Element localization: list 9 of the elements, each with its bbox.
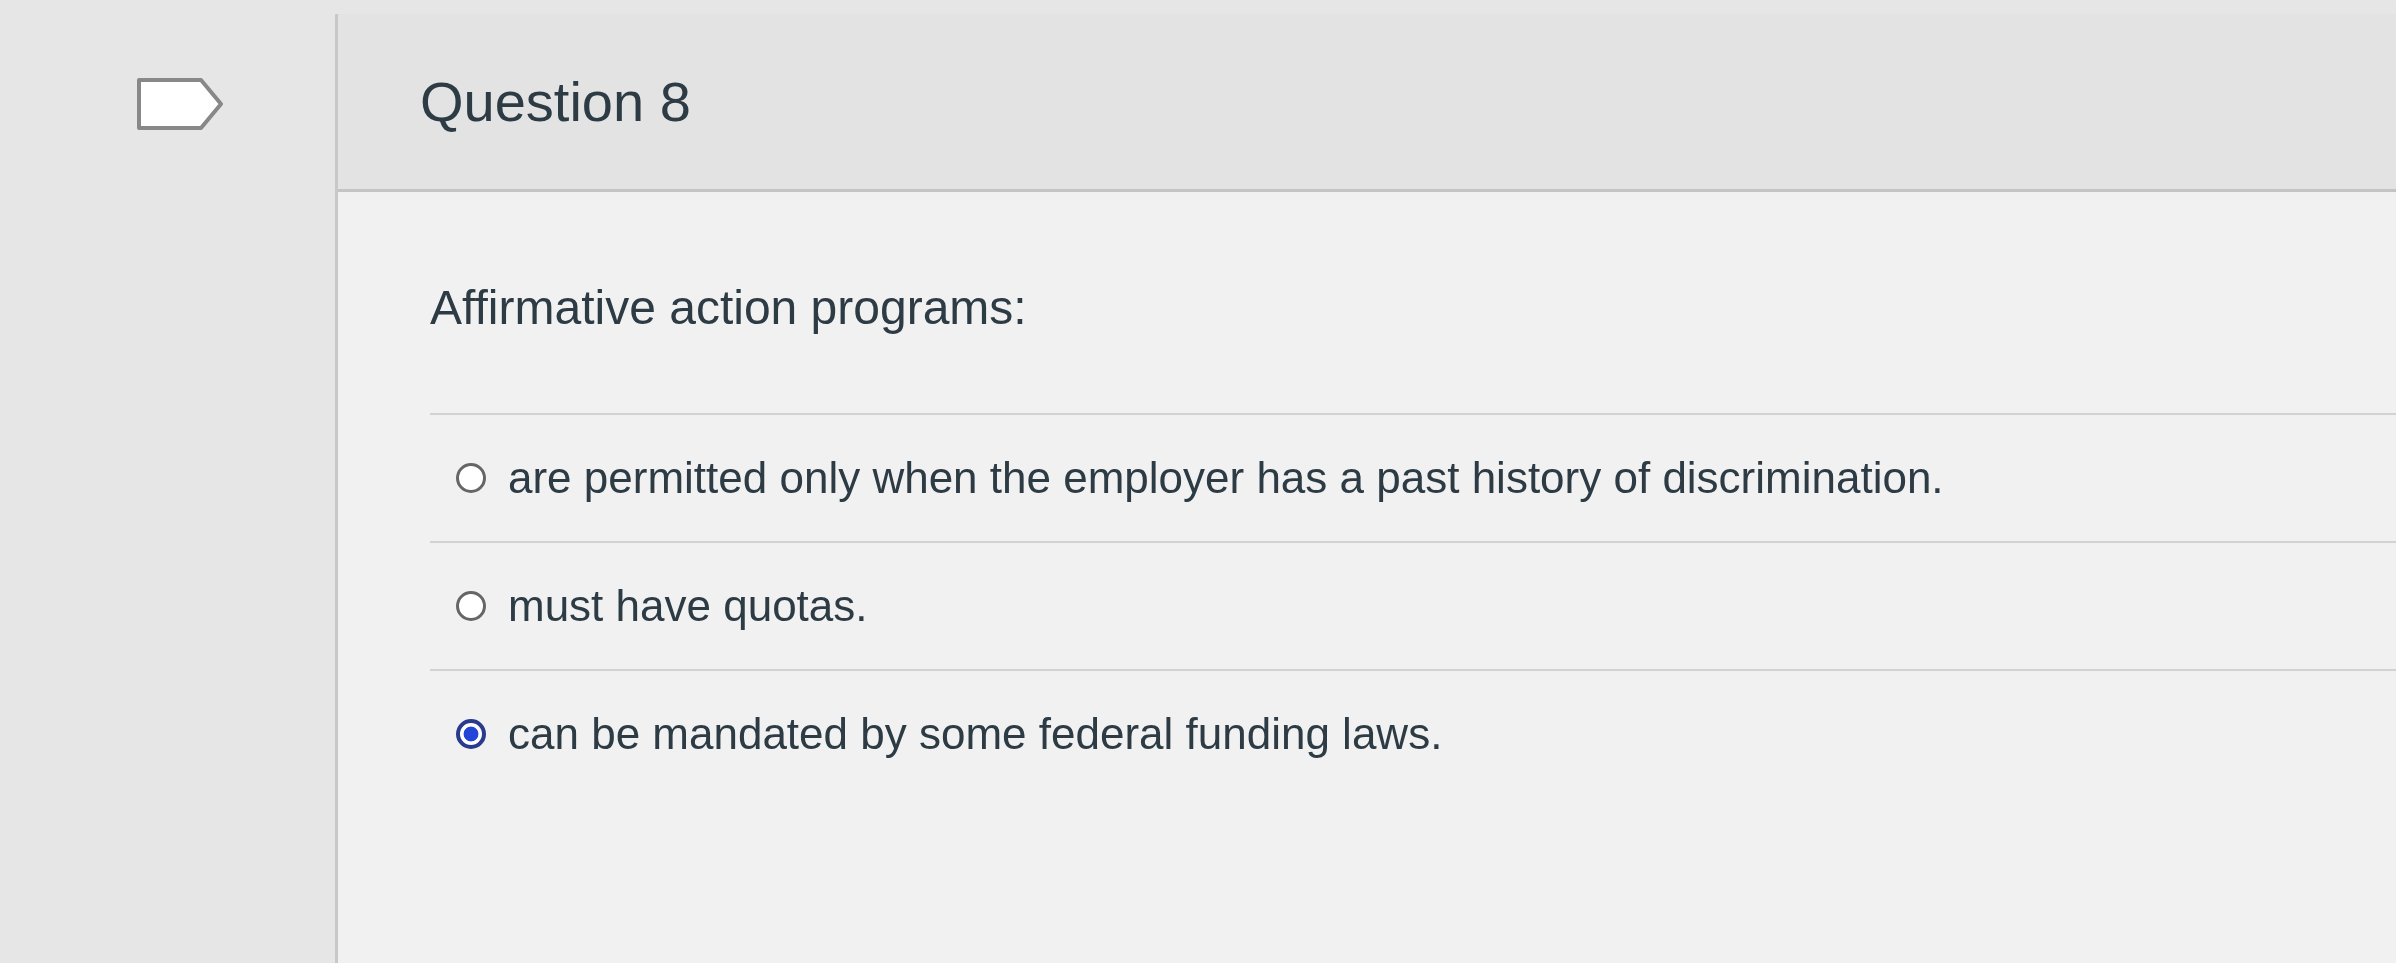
- question-title: Question 8: [420, 69, 691, 134]
- answer-option[interactable]: can be mandated by some federal funding laws.: [430, 671, 2396, 797]
- radio-button[interactable]: [456, 463, 486, 493]
- radio-button[interactable]: [456, 719, 486, 749]
- flag-icon[interactable]: [135, 76, 225, 132]
- answer-option[interactable]: are permitted only when the employer has a past history of discrimination.: [430, 415, 2396, 543]
- answer-option[interactable]: must have quotas.: [430, 543, 2396, 671]
- question-prompt: Affirmative action programs:: [430, 280, 2396, 415]
- radio-button[interactable]: [456, 591, 486, 621]
